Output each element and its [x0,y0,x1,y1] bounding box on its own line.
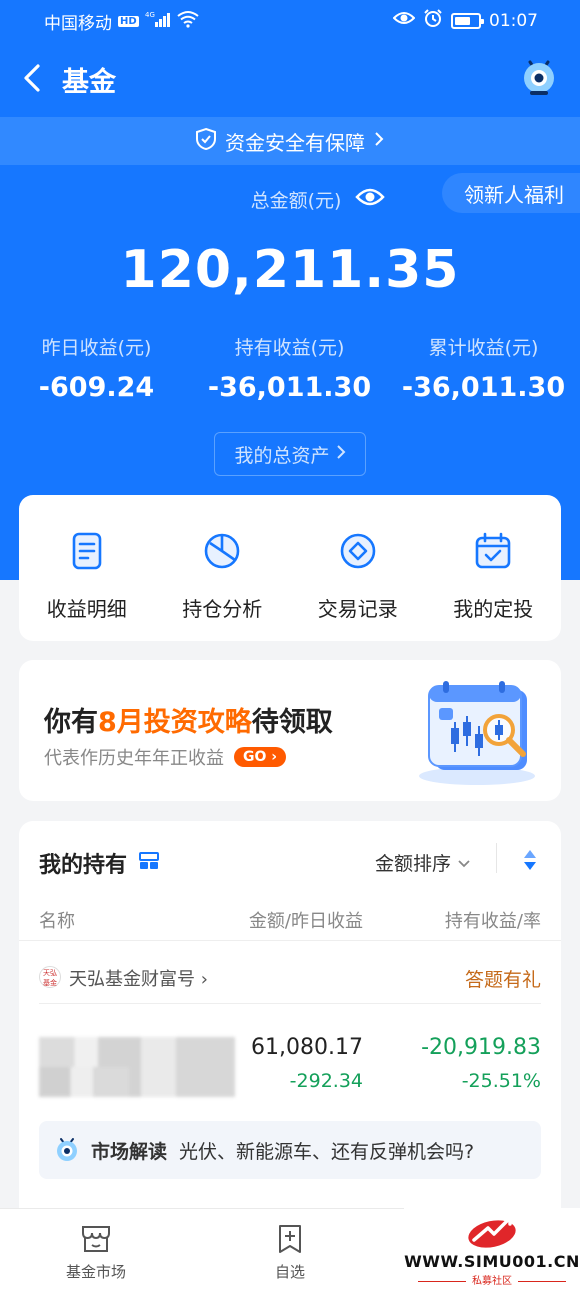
fund-company-row[interactable]: 天弘基金 天弘基金财富号 › 答题有礼 [39,965,541,991]
my-auto-invest-button[interactable]: 我的定投 [426,495,562,641]
tab-watchlist-label: 自选 [274,1263,305,1281]
holding-income: 持有收益(元) -36,011.30 [193,333,386,403]
redacted-fund-name [39,1037,235,1097]
alarm-icon [423,9,443,32]
hd-badge: HD [118,16,139,27]
bookmark-add-icon [279,1225,301,1253]
watermark-sub: 私募社区 [404,1272,580,1287]
fund-company-name: 天弘基金财富号 › [69,969,208,990]
promo-subtitle-row: 代表作历史年年正收益 GO › [44,744,287,770]
eye-status-icon [392,10,416,31]
total-amount-label: 总金额(元) [250,190,342,212]
column-profit: 持有收益/率 [444,911,541,932]
fund-amount-column: 61,080.17 -292.34 [251,1035,363,1092]
my-total-assets-label: 我的总资产 [234,444,330,467]
income-detail-label: 收益明细 [46,597,127,621]
go-label: GO [243,749,267,765]
yesterday-income: 昨日收益(元) -609.24 [0,333,193,403]
market-insight-lead: 市场解读 [91,1140,168,1163]
market-insight-banner[interactable]: 市场解读 光伏、新能源车、还有反弹机会吗? [39,1121,541,1179]
total-amount: 120,211.35 [120,240,460,300]
sort-order-icon[interactable] [523,849,537,871]
clock-time: 01:07 [489,10,538,31]
status-bar: 中国移动 HD 4G 01:07 [0,0,580,40]
watermark-logo-icon [468,1216,516,1248]
wifi-icon [177,10,199,33]
site-watermark: WWW.SIMU001.CN 私募社区 [404,1208,580,1289]
total-amount-label-row: 总金额(元) [0,186,580,213]
robot-small-icon [57,1138,77,1161]
fund-company-name-text: 天弘基金财富号 [69,969,195,990]
navigation-bar: 基金 [0,50,580,106]
chevron-right-icon [336,443,346,465]
holdings-title: 我的持有 [39,853,128,878]
calendar-check-icon [473,531,513,575]
position-analysis-button[interactable]: 持仓分析 [155,495,291,641]
signal-icon: 4G [145,10,171,33]
cumulative-income: 累计收益(元) -36,011.30 [387,333,580,403]
market-icon [82,1226,110,1252]
diamond-coin-icon [338,531,378,575]
column-name: 名称 [39,911,75,932]
network-type: 4G [145,11,155,19]
category-grid-icon[interactable] [139,851,160,876]
fund-amount: 61,080.17 [251,1035,363,1060]
cumulative-income-label: 累计收益(元) [428,337,539,359]
yesterday-income-value: -609.24 [38,372,155,403]
sort-label: 金额排序 [374,853,451,875]
position-analysis-label: 持仓分析 [182,597,263,621]
holding-income-label: 持有收益(元) [234,337,345,359]
holding-income-value: -36,011.30 [207,372,372,403]
amount-sort-dropdown[interactable]: 金额排序 [375,849,471,876]
chevron-right-icon [373,129,385,153]
eye-toggle-icon[interactable] [355,186,386,213]
chevron-down-icon [457,852,471,874]
promo-title-highlight: 8月投资攻略 [98,707,252,738]
shield-icon [195,127,217,156]
quick-actions-card: 收益明细 持仓分析 交易记录 我的定投 [19,495,561,641]
battery-icon [451,12,484,29]
yesterday-income-label: 昨日收益(元) [41,337,152,359]
my-total-assets-button[interactable]: 我的总资产 [214,432,366,476]
tab-fund-market-label: 基金市场 [65,1263,126,1281]
fund-profit-column: -20,919.83 -25.51% [421,1035,541,1092]
carrier-label: 中国移动 [44,14,112,34]
fund-hold-rate: -25.51% [461,1070,541,1092]
my-auto-invest-label: 我的定投 [453,597,534,621]
candlestick-chart-illustration-icon [415,676,539,788]
page-title: 基金 [62,67,116,98]
promo-title-pre: 你有 [44,707,98,738]
fund-holding-row[interactable]: 61,080.17 -292.34 -20,919.83 -25.51% [39,1035,541,1105]
company-divider [39,1003,541,1004]
cumulative-income-value: -36,011.30 [401,372,566,403]
header-divider [19,940,561,941]
market-insight-text: 光伏、新能源车、还有反弹机会吗? [179,1140,475,1163]
income-detail-button[interactable]: 收益明细 [19,495,155,641]
sort-divider [496,843,497,873]
trade-records-label: 交易记录 [317,597,398,621]
go-button[interactable]: GO › [234,747,287,767]
promo-title-post: 待领取 [251,707,333,738]
promo-title: 你有8月投资攻略待领取 [44,700,333,739]
watermark-sub-text: 私募社区 [472,1276,512,1287]
fund-hold-profit: -20,919.83 [421,1035,541,1060]
trade-records-button[interactable]: 交易记录 [290,495,426,641]
quiz-prize-link[interactable]: 答题有礼 [465,965,541,992]
tab-watchlist[interactable]: 自选 [220,1223,360,1282]
tab-fund-market[interactable]: 基金市场 [26,1223,166,1282]
holdings-title-row: 我的持有 [39,847,160,879]
pie-chart-icon [202,531,242,575]
fund-company-logo: 天弘基金 [39,966,61,988]
promo-subtitle: 代表作历史年年正收益 [44,748,224,769]
safety-banner-text: 资金安全有保障 [225,130,365,155]
robot-assistant-icon[interactable] [518,56,560,98]
fund-yesterday-income: -292.34 [289,1070,363,1092]
column-amount: 金额/昨日收益 [248,911,363,932]
safety-banner[interactable]: 资金安全有保障 [0,117,580,165]
strategy-promo-card[interactable]: 你有8月投资攻略待领取 代表作历史年年正收益 GO › [19,660,561,801]
back-icon[interactable] [18,60,48,96]
my-holdings-card: 我的持有 金额排序 名称 金额/昨日收益 持有收益/率 天弘基金 天弘基金财富号… [19,821,561,1241]
document-icon [67,531,107,575]
watermark-url: WWW.SIMU001.CN [404,1252,580,1271]
